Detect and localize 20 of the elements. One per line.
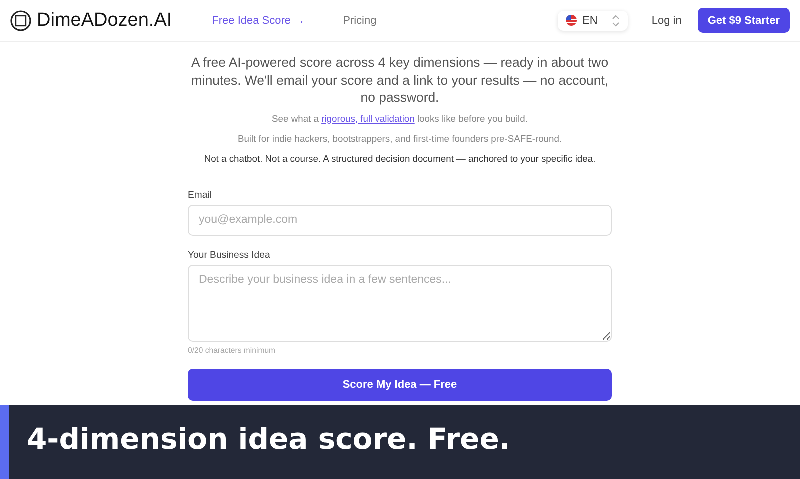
intro-text: A free AI-powered score across 4 key dimensions — ready in about two minutes. We'll email your score and a link to your results — no account, no password. (190, 54, 610, 106)
nav-link[interactable]: Free Idea Score → (212, 14, 306, 26)
starter-button[interactable]: Get $9 Starter (698, 8, 790, 33)
language-selector[interactable]: EN (558, 10, 628, 30)
login-link[interactable]: Log in (652, 14, 682, 26)
submit-button[interactable]: Score My Idea — Free (188, 368, 612, 400)
flag-icon (566, 15, 577, 26)
caption-text: 4-dimension idea score. Free. (26, 422, 510, 456)
idea-field[interactable]: Describe your business idea in a few sentences... (188, 264, 612, 342)
nav-link[interactable]: Pricing (343, 14, 377, 26)
logo-text[interactable]: DimeADozen.AI (37, 10, 172, 32)
logo-icon (10, 10, 32, 32)
idea-label: Your Business Idea (188, 250, 272, 260)
email-label: Email (188, 190, 213, 200)
validation-link[interactable]: rigorous, full validation (322, 112, 415, 124)
audience-text: Built for indie hackers, bootstrappers, and first-time founders pre-SAFE-round. (236, 132, 564, 144)
chevron-updown-icon (612, 14, 620, 26)
validation-note: See what a rigorous, full validation looks like before you build. (271, 112, 529, 124)
tagline-text: Not a chatbot. Not a course. A structured decision document — anchored to your specific idea. (203, 152, 597, 164)
email-field[interactable]: you@example.com (188, 204, 612, 236)
